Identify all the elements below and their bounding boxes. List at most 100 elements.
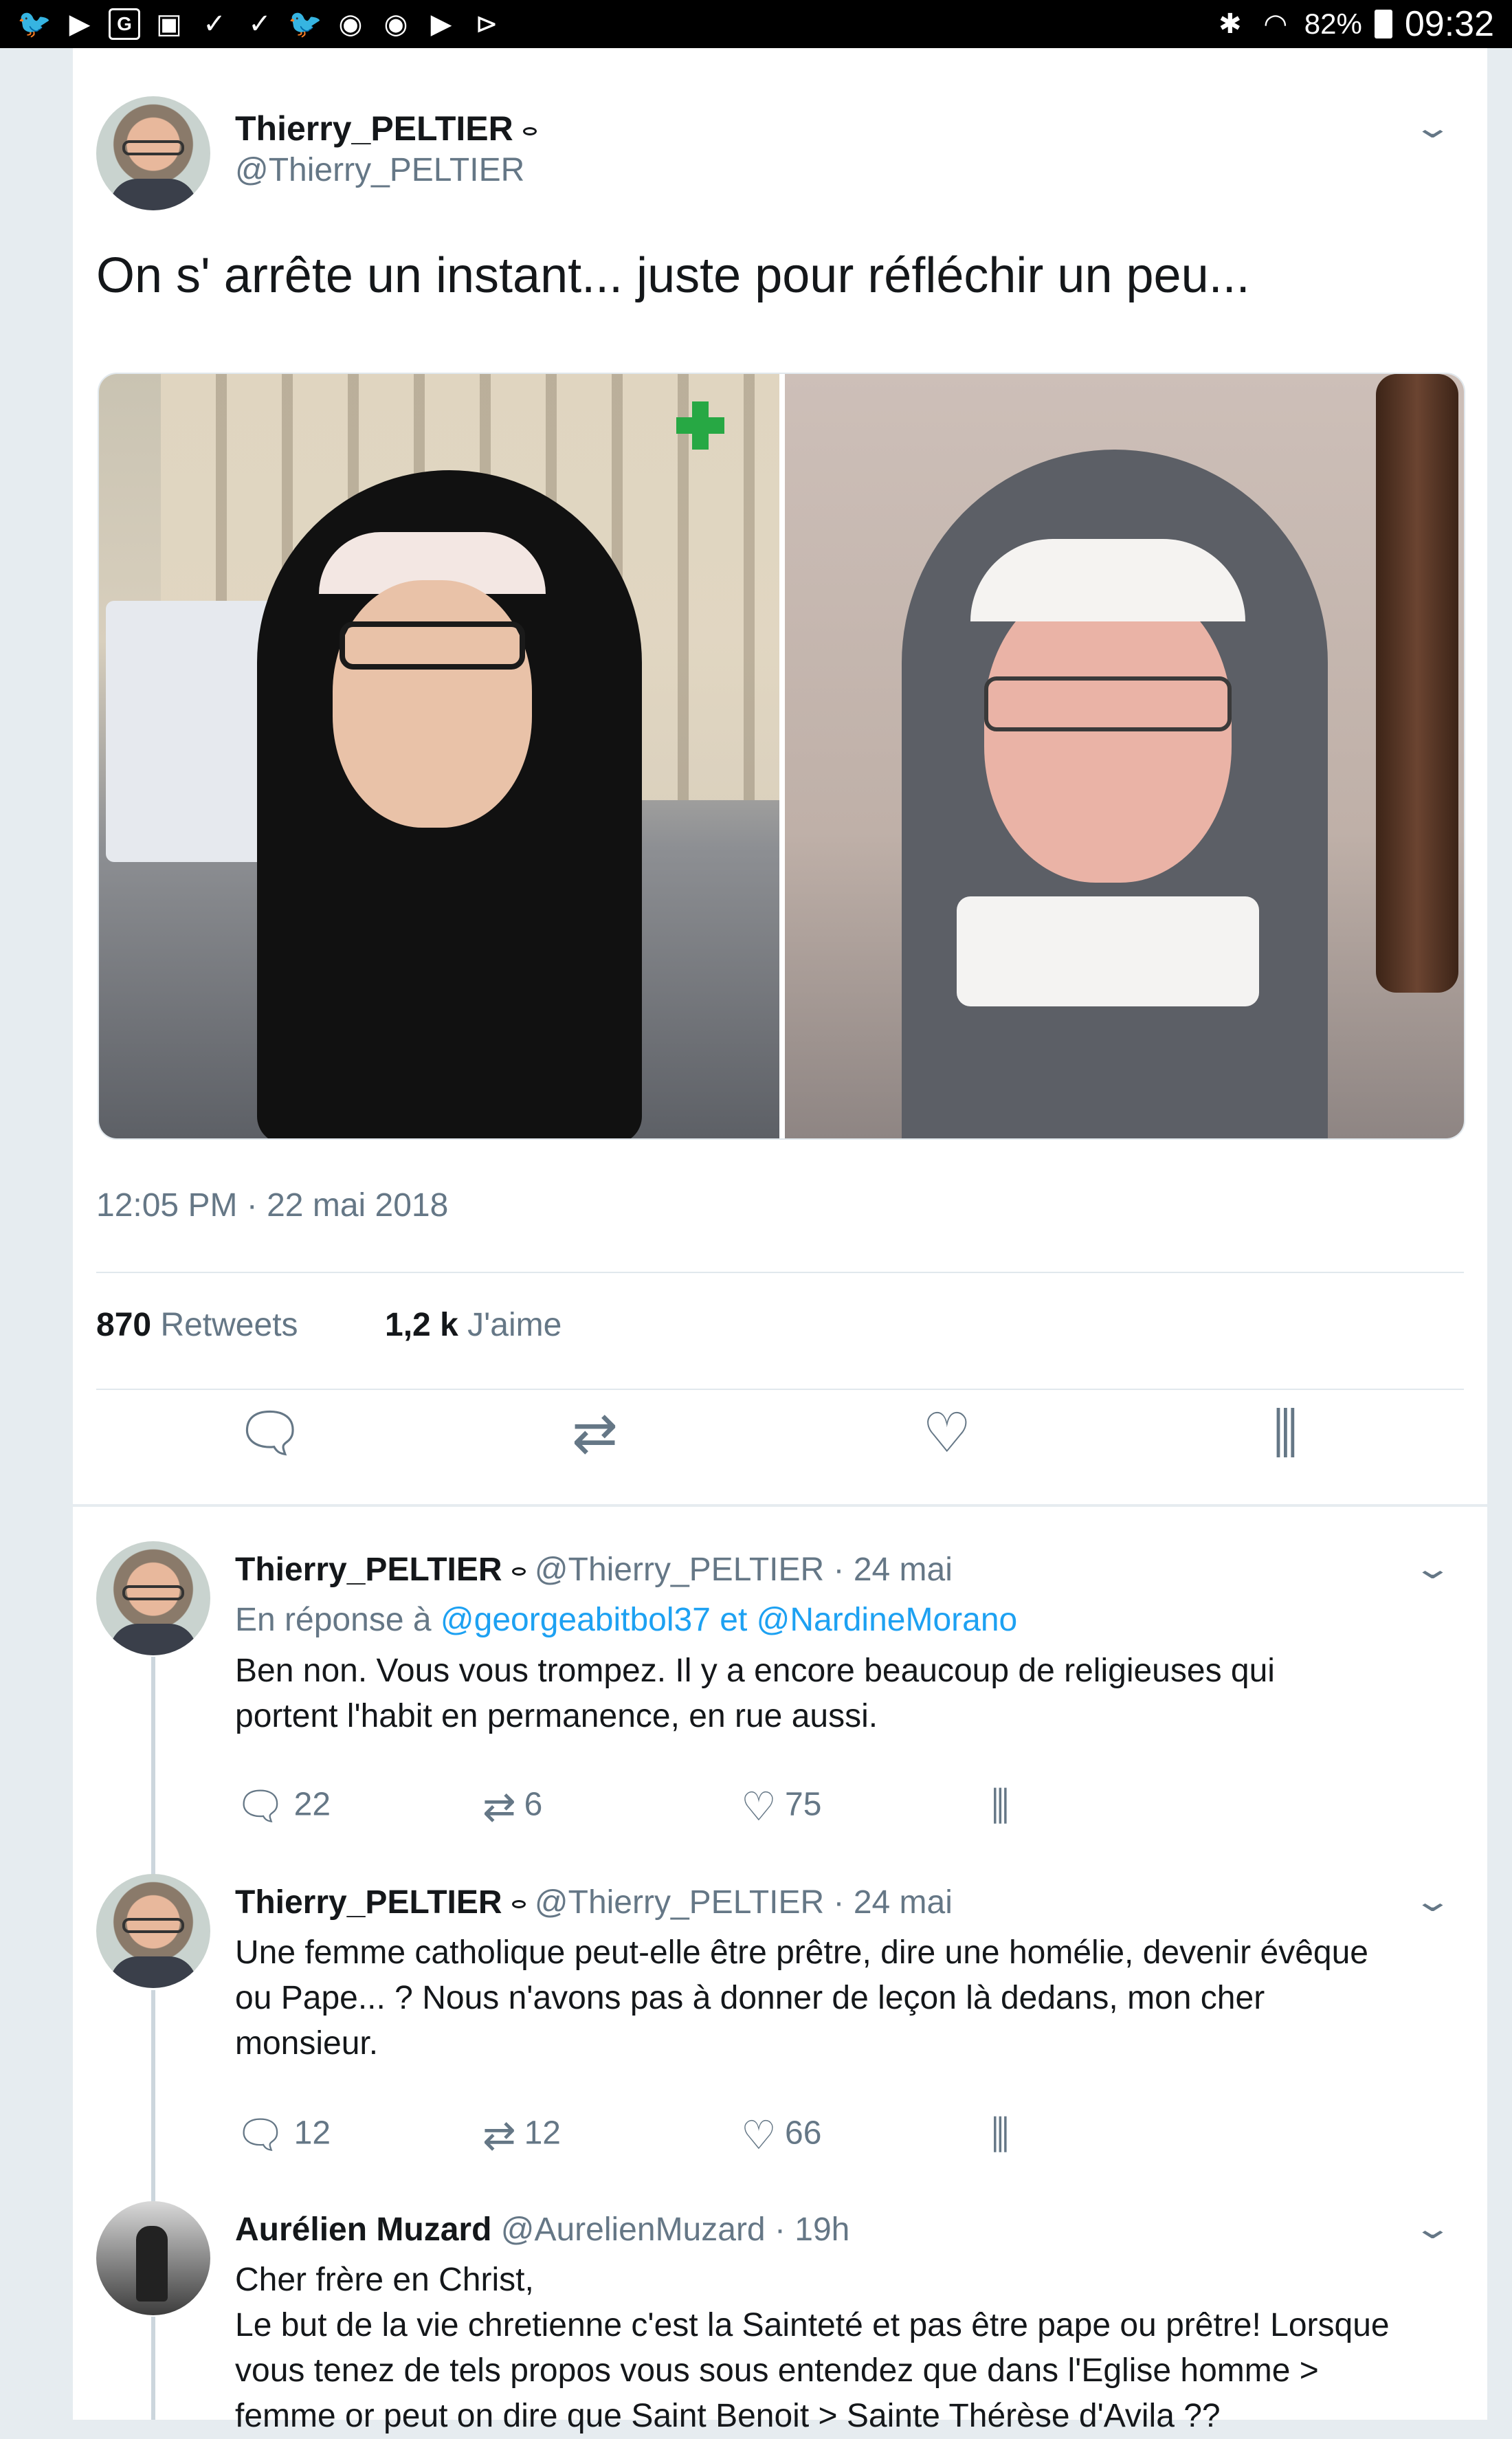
photo-face (984, 580, 1232, 883)
youtube-icon: ▶ (430, 9, 452, 39)
divider (96, 1272, 1464, 1273)
google-icon: G (109, 8, 140, 40)
avatar-shirt (110, 1624, 197, 1655)
likes-count: 1,2 k (385, 1307, 458, 1343)
tweet-detail-card: Thierry_PELTIER @Thierry_PELTIER ⌄ On s'… (73, 48, 1487, 2434)
tweet-text: On s' arrête un instant... juste pour ré… (96, 248, 1250, 303)
tweet-media[interactable] (98, 373, 1465, 1140)
notification-icons: 🐦 ▶ G ▣ ✓ ✓ 🐦 ◉ ◉ ▶ ⊳ (17, 8, 503, 41)
avatar[interactable] (96, 2201, 210, 2315)
reply-icon[interactable]: 🗨 (235, 1406, 1512, 1461)
chrome-icon: ◉ (383, 9, 408, 39)
author-handle-date[interactable]: @Thierry_PELTIER · 24 mai (535, 1884, 953, 1921)
twitter-icon: 🐦 (17, 9, 52, 39)
analytics-button[interactable]: ⫼ (991, 1783, 1018, 1830)
reply-header: Aurélien Muzard @AurelienMuzard · 19h (235, 2211, 849, 2249)
retweet-button[interactable]: ⇄ 12 (482, 2112, 561, 2159)
mention-link[interactable]: @NardineMorano (757, 1602, 1018, 1638)
avatar[interactable] (96, 96, 210, 210)
twitter-icon: 🐦 (288, 9, 322, 39)
photo-glasses (340, 621, 525, 670)
reply-to-prefix: En réponse à (235, 1602, 432, 1638)
author-name-text: Thierry_PELTIER (235, 109, 513, 148)
avatar-glasses (122, 1585, 184, 1600)
like-button[interactable]: ♡ 75 (741, 1783, 821, 1830)
status-bar: 🐦 ▶ G ▣ ✓ ✓ 🐦 ◉ ◉ ▶ ⊳ ✱ ◠ 82% 09:32 (0, 0, 1512, 48)
retweet-icon: ⇄ (482, 2113, 516, 2158)
play-store-icon: ⊳ (475, 9, 498, 39)
reply-header: Thierry_PELTIER @Thierry_PELTIER · 24 ma… (235, 1884, 953, 1921)
retweets-label: Retweets (160, 1307, 298, 1343)
pharmacy-cross-icon (676, 401, 724, 450)
photo-woman-hijab[interactable] (99, 374, 779, 1138)
reply-text-line: ou Pape... ? Nous n'avons pas à donner d… (235, 1980, 1265, 2016)
author-handle-date[interactable]: @Thierry_PELTIER · 24 mai (535, 1552, 953, 1588)
divider (96, 1389, 1464, 1390)
photo-divider (779, 374, 785, 1138)
author-name[interactable]: Thierry_PELTIER (235, 109, 537, 148)
retweet-icon[interactable]: ⇄ (572, 1406, 618, 1461)
reply-text-line: femme or peut on dire que Saint Benoit >… (235, 2398, 1221, 2434)
tweet-timestamp[interactable]: 12:05 PM · 22 mai 2018 (96, 1187, 448, 1224)
avatar[interactable] (96, 1541, 210, 1655)
heart-icon: ♡ (741, 2113, 777, 2158)
reply-actions: 🗨 22 ⇄ 6 ♡ 75 ⫼ (235, 1783, 1472, 1831)
photo-face (333, 580, 532, 828)
reply-actions: 🗨 12 ⇄ 12 ♡ 66 ⫼ (235, 2112, 1472, 2160)
avatar-shirt (110, 179, 197, 210)
tweet-actions: 🗨 ⇄ ♡ ⫼ (73, 1406, 1487, 1488)
check-icon: ✓ (248, 9, 271, 39)
mention-link[interactable]: @georgeabitbol37 (441, 1602, 711, 1638)
author-handle-date[interactable]: @AurelienMuzard · 19h (501, 2211, 850, 2248)
reply-text-line: vous tenez de tels propos vous sous ente… (235, 2352, 1319, 2389)
battery-percent: 82% (1304, 8, 1362, 40)
check-icon: ✓ (203, 9, 226, 39)
thread-line (151, 2317, 155, 2420)
screenshot-icon: ▣ (156, 9, 182, 39)
author-name[interactable]: Aurélien Muzard (235, 2211, 491, 2248)
photo-nun[interactable] (785, 374, 1464, 1138)
retweets-stat[interactable]: 870 Retweets (96, 1307, 298, 1343)
author-handle[interactable]: @Thierry_PELTIER (235, 151, 524, 189)
reply-header: Thierry_PELTIER @Thierry_PELTIER · 24 ma… (235, 1551, 953, 1589)
retweet-count: 6 (524, 1786, 543, 1823)
avatar-figure (136, 2226, 168, 2302)
chevron-down-icon[interactable]: ⌄ (1412, 2211, 1453, 2246)
reply-text-line: Le but de la vie chretienne c'est la Sai… (235, 2307, 1390, 2343)
bluetooth-icon: ✱ (1219, 9, 1242, 39)
chevron-down-icon[interactable]: ⌄ (1412, 1551, 1453, 1586)
analytics-button[interactable]: ⫼ (991, 2112, 1018, 2159)
reply-button[interactable]: 🗨 22 (235, 1783, 331, 1830)
section-separator (73, 1504, 1487, 1507)
chrome-icon: ◉ (338, 9, 363, 39)
badge-icon (511, 1900, 526, 1909)
system-icons: ✱ ◠ 82% 09:32 (1214, 3, 1494, 45)
likes-label: J'aime (467, 1307, 562, 1343)
reply-text-line: Ben non. Vous vous trompez. Il y a encor… (235, 1653, 1275, 1689)
likes-stat[interactable]: 1,2 k J'aime (385, 1306, 562, 1344)
photo-collar (957, 896, 1259, 1006)
reply-icon: 🗨 (235, 1784, 286, 1829)
analytics-icon[interactable]: ⫼ (1273, 1406, 1298, 1461)
analytics-icon: ⫼ (991, 1784, 1010, 1829)
reply-to-line: En réponse à @georgeabitbol37 et @Nardin… (235, 1598, 1017, 1643)
chevron-down-icon[interactable]: ⌄ (1412, 110, 1453, 145)
avatar-glasses (122, 1918, 184, 1933)
reply-text-line: Cher frère en Christ, (235, 2262, 534, 2298)
like-count: 75 (785, 1786, 822, 1823)
author-name[interactable]: Thierry_PELTIER (235, 1884, 502, 1921)
reply-button[interactable]: 🗨 12 (235, 2112, 331, 2159)
author-name[interactable]: Thierry_PELTIER (235, 1552, 502, 1588)
photo-coif (970, 539, 1245, 621)
battery-icon (1374, 10, 1392, 38)
reply-icon: 🗨 (235, 2112, 286, 2157)
reply-count: 22 (293, 1786, 331, 1823)
retweet-button[interactable]: ⇄ 6 (482, 1783, 542, 1830)
heart-icon[interactable]: ♡ (922, 1406, 972, 1461)
avatar[interactable] (96, 1874, 210, 1988)
like-button[interactable]: ♡ 66 (741, 2112, 821, 2159)
retweet-count: 12 (524, 2115, 561, 2152)
chevron-down-icon[interactable]: ⌄ (1412, 1884, 1453, 1919)
avatar-glasses (122, 140, 184, 155)
youtube-icon: ▶ (69, 9, 91, 39)
